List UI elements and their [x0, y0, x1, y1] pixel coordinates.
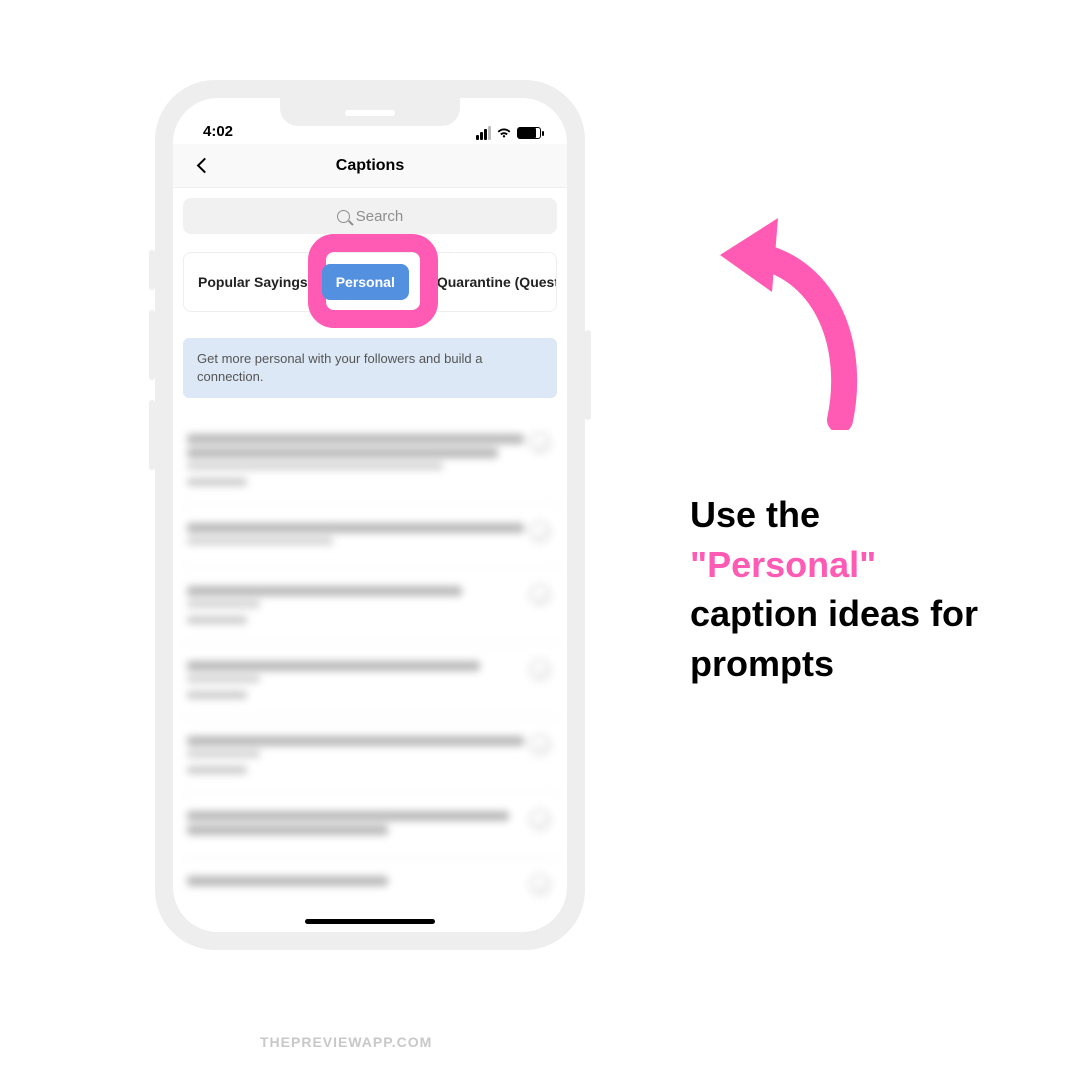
- tab-personal[interactable]: Personal: [322, 264, 409, 300]
- search-icon: [337, 210, 350, 223]
- check-icon: [529, 874, 551, 896]
- tab-quarantine[interactable]: Quarantine (Questions): [423, 274, 557, 290]
- page-title: Captions: [336, 157, 404, 175]
- list-item[interactable]: [183, 858, 557, 908]
- phone-frame: 4:02 Captions Search Popular Sayings: [155, 80, 585, 950]
- status-time: 4:02: [203, 123, 233, 140]
- battery-icon: [517, 127, 541, 139]
- tab-popular-sayings[interactable]: Popular Sayings: [184, 274, 322, 290]
- annotation-arrow-icon: [700, 200, 880, 430]
- home-indicator: [305, 919, 435, 924]
- back-button[interactable]: [189, 151, 219, 181]
- list-item[interactable]: [183, 416, 557, 505]
- chevron-left-icon: [196, 158, 212, 174]
- list-item[interactable]: [183, 793, 557, 858]
- status-icons: [476, 126, 541, 140]
- list-item[interactable]: [183, 718, 557, 793]
- wifi-icon: [496, 127, 512, 139]
- signal-icon: [476, 126, 491, 140]
- category-tabs: Popular Sayings Personal Quarantine (Que…: [183, 252, 557, 312]
- check-icon: [529, 659, 551, 681]
- list-item[interactable]: [183, 643, 557, 718]
- caption-list-blurred: [183, 416, 557, 908]
- search-input[interactable]: Search: [183, 198, 557, 234]
- check-icon: [529, 809, 551, 831]
- list-item[interactable]: [183, 505, 557, 568]
- check-icon: [529, 584, 551, 606]
- check-icon: [529, 521, 551, 543]
- phone-notch: [280, 98, 460, 126]
- annotation-line3: caption ideas for prompts: [690, 593, 978, 684]
- annotation-text: Use the "Personal" caption ideas for pro…: [690, 490, 1030, 689]
- content-area: Search Popular Sayings Personal Quaranti…: [173, 188, 567, 932]
- check-icon: [529, 432, 551, 454]
- phone-side-button: [149, 400, 155, 470]
- phone-side-button: [149, 310, 155, 380]
- phone-screen: 4:02 Captions Search Popular Sayings: [173, 98, 567, 932]
- watermark: THEPREVIEWAPP.COM: [260, 1034, 432, 1050]
- list-item[interactable]: [183, 568, 557, 643]
- check-icon: [529, 734, 551, 756]
- annotation-line1: Use the: [690, 494, 820, 535]
- category-description: Get more personal with your followers an…: [183, 338, 557, 398]
- nav-bar: Captions: [173, 144, 567, 188]
- search-placeholder: Search: [356, 208, 404, 225]
- phone-side-button: [149, 250, 155, 290]
- phone-side-button: [585, 330, 591, 420]
- annotation-accent: "Personal": [690, 544, 876, 585]
